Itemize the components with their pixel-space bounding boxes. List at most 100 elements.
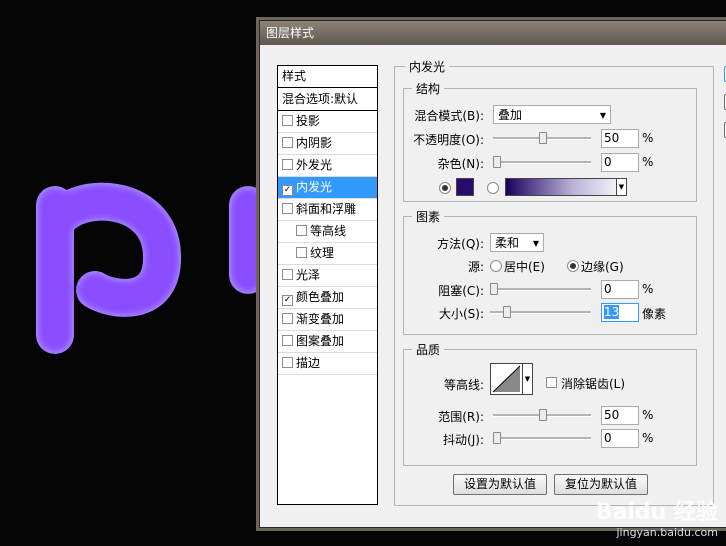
style-item[interactable]: 描边: [278, 353, 377, 375]
source-center-radio[interactable]: [490, 260, 502, 272]
style-item-label: 纹理: [310, 246, 335, 260]
choke-input[interactable]: 0: [601, 280, 639, 299]
antialias-checkbox[interactable]: [546, 377, 557, 388]
style-item[interactable]: 光泽: [278, 265, 377, 287]
style-checkbox[interactable]: [282, 335, 293, 346]
style-item-label: 投影: [296, 114, 321, 128]
source-center-label: 居中(E): [504, 260, 545, 274]
structure-group: 结构 混合模式(B): 叠加 ▼ 不透明度(O): 50 % 杂色(N): 0 …: [403, 80, 697, 202]
contour-picker[interactable]: ▼: [490, 363, 533, 395]
inner-glow-panel: 内发光 结构 混合模式(B): 叠加 ▼ 不透明度(O): 50 % 杂色(N)…: [394, 58, 714, 506]
elements-title: 图素: [412, 208, 445, 225]
style-checkbox[interactable]: ✓: [282, 295, 293, 306]
opacity-unit: %: [642, 131, 654, 145]
styles-header: 样式: [278, 66, 377, 88]
noise-label: 杂色(N):: [437, 157, 484, 171]
baidu-watermark: Baidu 经验 jingyan.baidu.com: [596, 494, 718, 539]
style-item-label: 外发光: [296, 158, 333, 172]
style-checkbox[interactable]: [282, 115, 293, 126]
contour-preview-icon: [492, 365, 521, 393]
choke-label: 阻塞(C):: [438, 284, 484, 298]
noise-unit: %: [642, 155, 654, 169]
style-item-label: 图案叠加: [296, 334, 345, 348]
source-edge-label: 边缘(G): [581, 260, 624, 274]
style-item[interactable]: ✓ 颜色叠加: [278, 287, 377, 309]
source-label: 源:: [467, 260, 484, 274]
range-unit: %: [642, 408, 654, 422]
canvas-text-art: [36, 182, 267, 354]
style-item[interactable]: 投影: [278, 111, 377, 133]
jitter-input[interactable]: 0: [601, 429, 639, 448]
chevron-down-icon: ▼: [616, 179, 626, 195]
style-item[interactable]: 等高线: [278, 221, 377, 243]
structure-title: 结构: [412, 80, 445, 97]
style-item[interactable]: 纹理: [278, 243, 377, 265]
style-checkbox[interactable]: [282, 357, 293, 368]
jitter-unit: %: [642, 431, 654, 445]
style-checkbox[interactable]: [296, 247, 307, 258]
glow-color-swatch[interactable]: [456, 178, 474, 196]
range-slider-thumb[interactable]: [539, 409, 547, 421]
style-item[interactable]: 内阴影: [278, 133, 377, 155]
style-item-label: 渐变叠加: [296, 312, 345, 326]
dialog-title: 图层样式: [266, 26, 315, 40]
style-item-label: 光泽: [296, 268, 321, 282]
range-input[interactable]: 50: [601, 406, 639, 425]
make-default-button[interactable]: 设置为默认值: [453, 474, 547, 495]
technique-value: 柔和: [495, 236, 520, 250]
antialias-label: 消除锯齿(L): [561, 377, 626, 391]
style-checkbox[interactable]: ✓: [282, 185, 293, 196]
noise-slider-track[interactable]: [493, 161, 591, 164]
noise-slider-thumb[interactable]: [493, 156, 501, 168]
opacity-input[interactable]: 50: [601, 129, 639, 148]
style-checkbox[interactable]: [282, 159, 293, 170]
layer-style-dialog: 图层样式 样式 混合选项:默认 投影 内阴影 外发光 ✓ 内发光 斜面和浮雕 等高线 纹理 光泽 ✓…: [259, 20, 726, 528]
panel-title: 内发光: [405, 58, 450, 75]
opacity-slider-thumb[interactable]: [539, 132, 547, 144]
size-unit: 像素: [642, 307, 667, 321]
color-radio[interactable]: [439, 182, 451, 194]
contour-label: 等高线:: [443, 378, 484, 392]
choke-unit: %: [642, 282, 654, 296]
technique-label: 方法(Q):: [437, 237, 484, 251]
jitter-slider-thumb[interactable]: [493, 432, 501, 444]
style-checkbox[interactable]: [282, 137, 293, 148]
style-item-label: 等高线: [310, 224, 347, 238]
style-item[interactable]: 图案叠加: [278, 331, 377, 353]
style-item[interactable]: 混合选项:默认: [278, 88, 377, 111]
style-item-label: 内发光: [296, 180, 333, 194]
style-item[interactable]: 外发光: [278, 155, 377, 177]
quality-title: 品质: [412, 341, 445, 358]
watermark-url: jingyan.baidu.com: [616, 526, 718, 539]
size-input[interactable]: 13: [601, 303, 639, 322]
style-checkbox[interactable]: [282, 269, 293, 280]
source-edge-radio[interactable]: [567, 260, 579, 272]
style-item[interactable]: 斜面和浮雕: [278, 199, 377, 221]
style-item-label: 内阴影: [296, 136, 333, 150]
style-checkbox[interactable]: [296, 225, 307, 236]
style-checkbox[interactable]: [282, 203, 293, 214]
style-item[interactable]: ✓ 内发光: [278, 177, 377, 199]
reset-default-button[interactable]: 复位为默认值: [554, 474, 648, 495]
choke-slider-thumb[interactable]: [490, 283, 498, 295]
jitter-label: 抖动(J):: [443, 433, 484, 447]
range-label: 范围(R):: [438, 410, 484, 424]
style-item-label: 描边: [296, 356, 321, 370]
chevron-down-icon: ▼: [599, 111, 606, 120]
jitter-slider-track[interactable]: [493, 437, 591, 440]
watermark-brand: Baidu 经验: [595, 500, 718, 525]
style-item[interactable]: 渐变叠加: [278, 309, 377, 331]
gradient-picker[interactable]: ▼: [505, 178, 627, 196]
style-item-label: 颜色叠加: [296, 290, 345, 304]
blend-mode-select[interactable]: 叠加 ▼: [493, 105, 611, 124]
gradient-radio[interactable]: [487, 182, 499, 194]
dialog-titlebar[interactable]: 图层样式: [260, 21, 726, 45]
style-item-label: 混合选项:默认: [282, 92, 359, 106]
technique-select[interactable]: 柔和 ▼: [490, 233, 544, 252]
size-slider-thumb[interactable]: [503, 306, 511, 318]
size-value: 13: [604, 305, 620, 319]
noise-input[interactable]: 0: [601, 153, 639, 172]
elements-group: 图素 方法(Q): 柔和 ▼ 源: 居中(E) 边缘(G) 阻塞(C): 0 %…: [403, 208, 697, 335]
style-checkbox[interactable]: [282, 313, 293, 324]
choke-slider-track[interactable]: [490, 288, 591, 291]
